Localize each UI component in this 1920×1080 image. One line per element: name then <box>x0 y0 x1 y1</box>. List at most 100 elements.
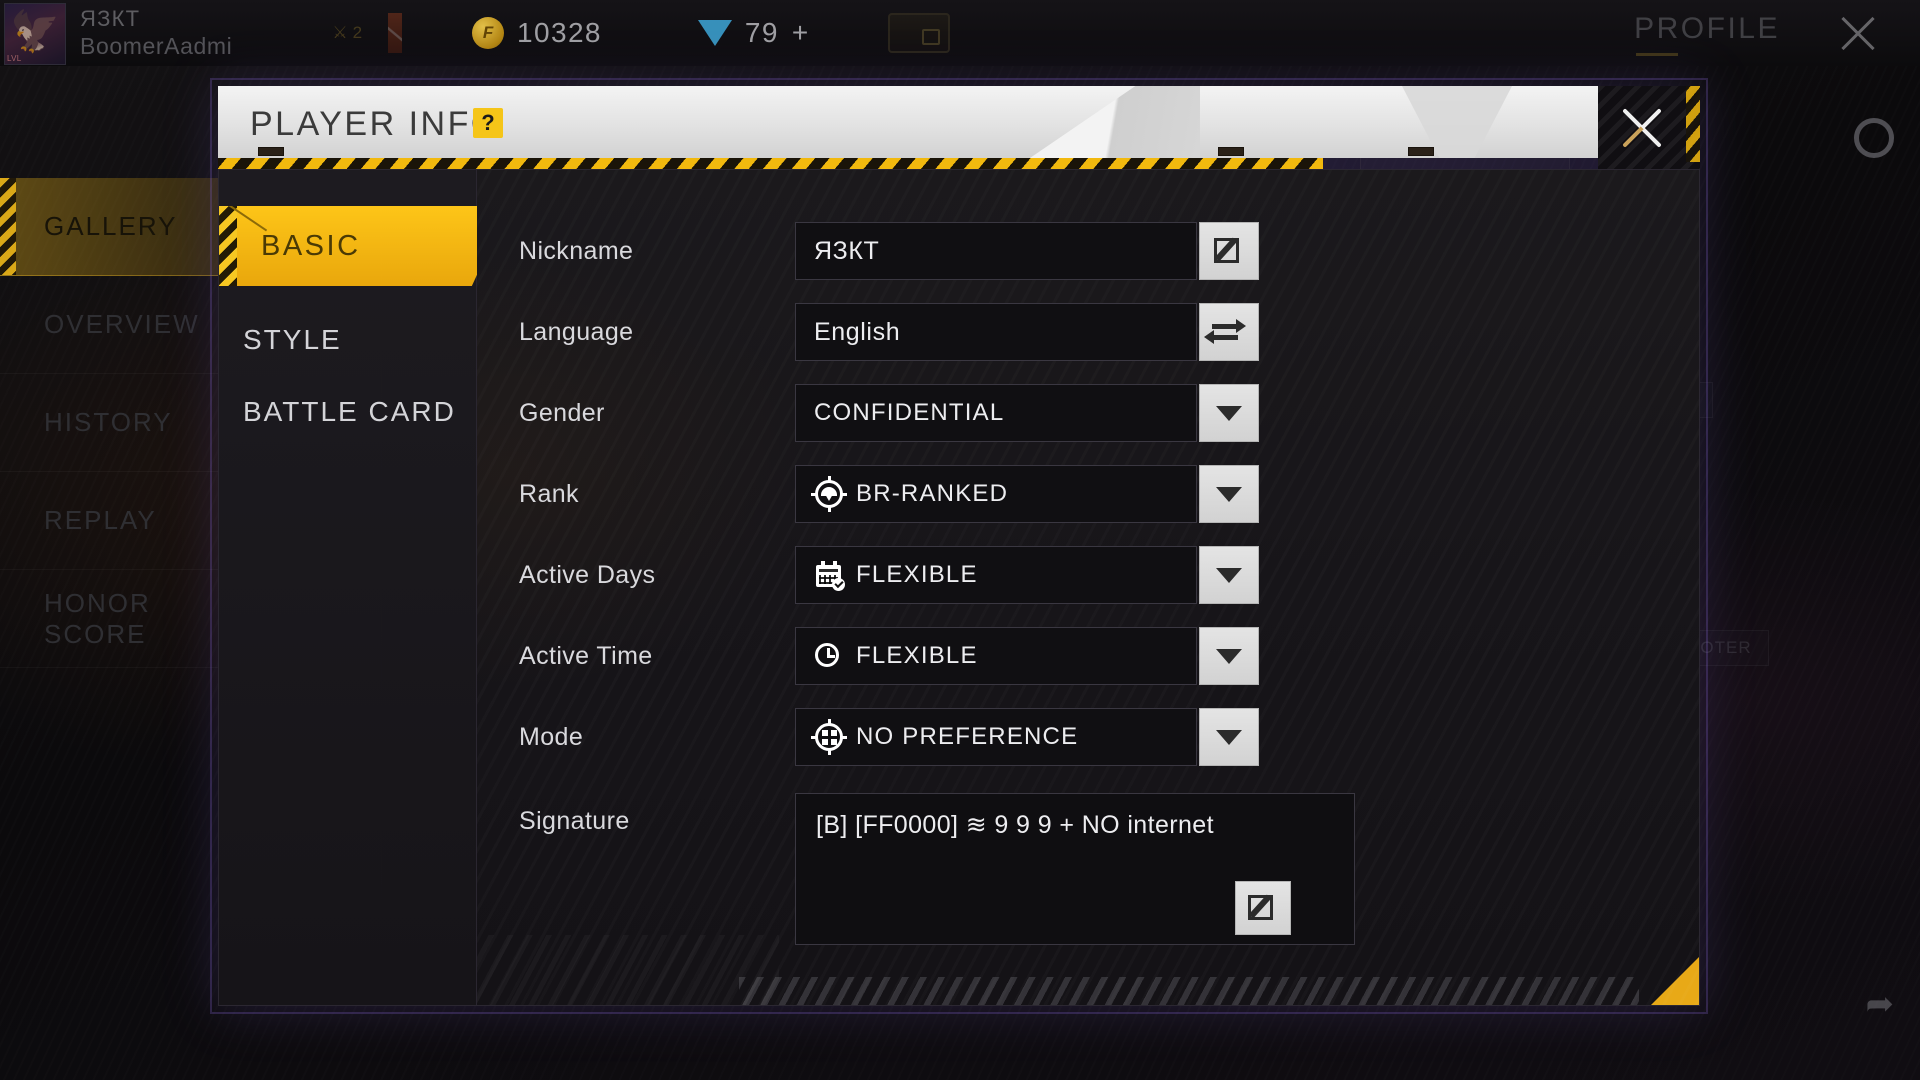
edit-pencil-icon <box>1248 893 1278 923</box>
avatar[interactable]: 🦅 LVL <box>4 3 66 65</box>
tab-style[interactable]: STYLE <box>243 310 473 370</box>
player-tag: ЯЗКТ <box>80 6 141 32</box>
diamond-plus[interactable]: + <box>792 17 810 49</box>
sidebar-item-label: GALLERY <box>44 211 178 241</box>
diamond-amount: 79 <box>744 17 779 48</box>
nickname-value: ЯЗКТ <box>814 236 880 265</box>
chevron-down-icon <box>1216 567 1242 583</box>
coin-amount: 10328 <box>517 17 602 48</box>
active-time-select[interactable]: FLEXIBLE <box>795 627 1197 685</box>
dialog-header: PLAYER INFO ? <box>218 86 1598 158</box>
gender-dropdown-button[interactable] <box>1199 384 1259 442</box>
rank-label: Rank <box>519 479 579 508</box>
header-edge-hazard-stripe <box>1686 86 1700 162</box>
form-row-mode: Mode NO PREFERENCE <box>477 708 1699 766</box>
sidebar-item-label: REPLAY <box>44 505 157 535</box>
coin-icon: F <box>472 17 505 49</box>
dialog-body: BASIC STYLE BATTLE CARD Nickname ЯЗКТ La… <box>218 169 1700 1006</box>
form-row-language: Language English <box>477 303 1699 361</box>
active-time-value: FLEXIBLE <box>856 642 978 669</box>
diamond-icon <box>697 20 732 46</box>
crest-icon: ⚔ <box>332 23 348 42</box>
clock-icon <box>814 641 844 671</box>
form-row-active-days: Active Days FLEXIBLE <box>477 546 1699 604</box>
sidebar-item-honor-score[interactable]: HONOR SCORE <box>0 570 230 668</box>
form-row-rank: Rank BR-RANKED <box>477 465 1699 523</box>
player-name: BoomerAadmi <box>80 32 233 59</box>
calendar-check-icon <box>814 560 845 591</box>
close-icon[interactable] <box>1832 8 1884 60</box>
sidebar-item-gallery[interactable]: GALLERY <box>0 178 230 276</box>
rank-select[interactable]: BR-RANKED <box>795 465 1197 523</box>
eagle-avatar-icon: 🦅 <box>10 9 60 54</box>
share-icon[interactable]: ➦ <box>1866 984 1895 1024</box>
form-row-signature: Signature [B] [FF0000] ≋ 9 9 9 + NO inte… <box>477 789 1699 949</box>
rank-dropdown-button[interactable] <box>1199 465 1259 523</box>
sidebar-item-overview[interactable]: OVERVIEW <box>0 276 230 374</box>
signature-label: Signature <box>519 807 630 835</box>
banner-icon <box>388 13 403 53</box>
sidebar-item-replay[interactable]: REPLAY <box>0 472 230 570</box>
dialog-tab-list: BASIC STYLE BATTLE CARD <box>219 170 477 1005</box>
coin-counter[interactable]: F 10328 <box>472 17 602 49</box>
active-days-dropdown-button[interactable] <box>1199 546 1259 604</box>
crest-level: 2 <box>352 23 363 42</box>
mode-label: Mode <box>519 722 584 751</box>
tab-battle-card-label: BATTLE CARD <box>243 396 456 427</box>
language-label: Language <box>519 317 634 346</box>
gear-icon[interactable] <box>1854 118 1894 158</box>
language-value: English <box>814 317 901 346</box>
sidebar-item-label: HONOR SCORE <box>44 587 151 649</box>
form-row-active-time: Active Time FLEXIBLE <box>477 627 1699 685</box>
close-icon[interactable] <box>1612 98 1672 158</box>
squad-reticle-icon <box>811 719 847 755</box>
tab-basic-label: BASIC <box>261 230 361 262</box>
guild-crest: ⚔ 2 <box>332 23 362 43</box>
sidebar-item-history[interactable]: HISTORY <box>0 374 230 472</box>
edit-pencil-icon <box>1214 236 1244 266</box>
player-identity: ЯЗКТ BoomerAadmi <box>80 7 232 59</box>
dialog-title: PLAYER INFO <box>250 105 500 143</box>
sidebar: GALLERY OVERVIEW HISTORY REPLAY HONOR SC… <box>0 178 230 668</box>
tab-tick-accent <box>229 206 273 232</box>
tab-battle-card[interactable]: BATTLE CARD <box>243 382 473 442</box>
active-days-value: FLEXIBLE <box>856 561 978 588</box>
page-title: PROFILE <box>1634 12 1780 56</box>
mode-dropdown-button[interactable] <box>1199 708 1259 766</box>
form-row-nickname: Nickname ЯЗКТ <box>477 222 1699 280</box>
rank-value: BR-RANKED <box>856 480 1009 507</box>
active-days-select[interactable]: FLEXIBLE <box>795 546 1197 604</box>
parachute-reticle-icon <box>811 476 847 512</box>
nickname-edit-button[interactable] <box>1199 222 1259 280</box>
active-time-label: Active Time <box>519 641 653 670</box>
active-days-label: Active Days <box>519 560 656 589</box>
language-input[interactable]: English <box>795 303 1197 361</box>
player-info-form: Nickname ЯЗКТ Language English Gender CO… <box>477 170 1699 1005</box>
active-time-dropdown-button[interactable] <box>1199 627 1259 685</box>
chevron-down-icon <box>1216 405 1242 421</box>
signature-edit-button[interactable] <box>1235 881 1291 935</box>
chevron-down-icon <box>1216 486 1242 502</box>
chevron-down-icon <box>1216 648 1242 664</box>
swap-arrows-icon <box>1204 319 1246 345</box>
signature-value: [B] [FF0000] ≋ 9 9 9 + NO internet <box>816 811 1214 839</box>
tab-basic[interactable]: BASIC <box>219 206 477 286</box>
header-stud <box>1408 147 1434 156</box>
header-stud <box>1218 147 1244 156</box>
nickname-input[interactable]: ЯЗКТ <box>795 222 1197 280</box>
header-diagonal-accent <box>1030 86 1200 158</box>
nickname-label: Nickname <box>519 236 634 265</box>
mode-select[interactable]: NO PREFERENCE <box>795 708 1197 766</box>
header-stud <box>258 147 284 156</box>
wallet-icon[interactable] <box>887 13 950 53</box>
gender-select[interactable]: CONFIDENTIAL <box>795 384 1197 442</box>
avatar-level-badge: LVL <box>7 54 22 63</box>
sidebar-item-label: OVERVIEW <box>44 309 200 339</box>
player-info-dialog: PLAYER INFO ? BASIC STYLE BATTLE CARD Ni… <box>210 78 1708 1014</box>
gender-value: CONFIDENTIAL <box>814 399 1005 426</box>
hazard-stripe-divider <box>218 158 1323 169</box>
help-badge-icon[interactable]: ? <box>473 108 503 138</box>
language-swap-button[interactable] <box>1199 303 1259 361</box>
diamond-counter[interactable]: 79 + <box>697 17 810 49</box>
mode-value: NO PREFERENCE <box>856 723 1079 750</box>
